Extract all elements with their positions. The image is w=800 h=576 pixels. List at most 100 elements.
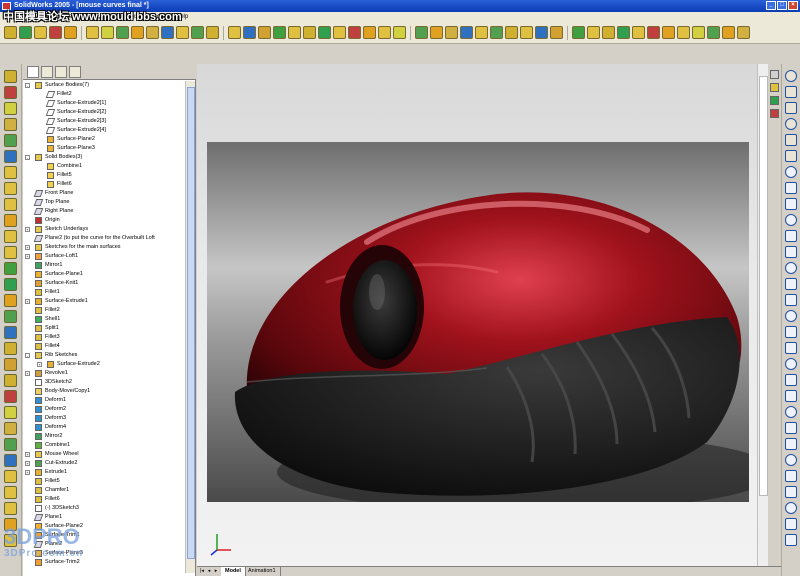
- feature-tool-icon[interactable]: [4, 310, 17, 323]
- tree-item[interactable]: Deform4: [23, 423, 185, 432]
- sketch-tool-icon[interactable]: [785, 326, 797, 338]
- tree-item[interactable]: Right Plane: [23, 207, 185, 216]
- graphics-area[interactable]: [197, 64, 768, 566]
- sketch-tool-icon[interactable]: [785, 342, 797, 354]
- task-pane-icon[interactable]: [770, 96, 779, 105]
- tree-item[interactable]: + Surface-Extrude1: [23, 297, 185, 306]
- sketch-tool-icon[interactable]: [785, 246, 797, 258]
- sketch-tool-icon[interactable]: [785, 118, 797, 130]
- tree-item[interactable]: (-) 3DSketch3: [23, 504, 185, 513]
- tree-item[interactable]: Fillet6: [23, 495, 185, 504]
- prev-tab-arrow-icon[interactable]: ◂: [206, 568, 212, 575]
- feature-tool-icon[interactable]: [4, 470, 17, 483]
- tree-item[interactable]: Deform1: [23, 396, 185, 405]
- feature-tool-icon[interactable]: [4, 486, 17, 499]
- tree-item[interactable]: Fillet2: [23, 90, 185, 99]
- propertymanager-tab[interactable]: [41, 66, 53, 78]
- toolbar-tool-icon[interactable]: [587, 26, 600, 39]
- first-tab-arrow-icon[interactable]: |◂: [199, 568, 205, 575]
- toolbar-tool-icon[interactable]: [228, 26, 241, 39]
- tree-item[interactable]: Surface-Extrude2[4]: [23, 126, 185, 135]
- expand-icon[interactable]: +: [25, 227, 30, 232]
- feature-tool-icon[interactable]: [4, 534, 17, 547]
- sketch-tool-icon[interactable]: [785, 422, 797, 434]
- toolbar-tool-icon[interactable]: [243, 26, 256, 39]
- sketch-tool-icon[interactable]: [785, 438, 797, 450]
- feature-tool-icon[interactable]: [4, 182, 17, 195]
- feature-tool-icon[interactable]: [4, 342, 17, 355]
- feature-tool-icon[interactable]: [4, 118, 17, 131]
- toolbar-tool-icon[interactable]: [273, 26, 286, 39]
- sketch-tool-icon[interactable]: [785, 470, 797, 482]
- tree-item[interactable]: + Surface-Loft1: [23, 252, 185, 261]
- feature-tool-icon[interactable]: [4, 518, 17, 531]
- feature-tool-icon[interactable]: [4, 406, 17, 419]
- toolbar-tool-icon[interactable]: [535, 26, 548, 39]
- task-pane-icon[interactable]: [770, 109, 779, 118]
- tree-item[interactable]: Shell1: [23, 315, 185, 324]
- expand-icon[interactable]: +: [25, 245, 30, 250]
- feature-tool-icon[interactable]: [4, 262, 17, 275]
- tree-item[interactable]: 3DSketch2: [23, 378, 185, 387]
- tree-item[interactable]: Surface-Trim1: [23, 531, 185, 540]
- toolbar-tool-icon[interactable]: [206, 26, 219, 39]
- toolbar-tool-icon[interactable]: [445, 26, 458, 39]
- expand-icon[interactable]: +: [25, 299, 30, 304]
- tree-item[interactable]: - Solid Bodies(3): [23, 153, 185, 162]
- toolbar-tool-icon[interactable]: [363, 26, 376, 39]
- toolbar-tool-icon[interactable]: [176, 26, 189, 39]
- tree-item[interactable]: Surface-Plane3: [23, 549, 185, 558]
- toolbar-tool-icon[interactable]: [34, 26, 47, 39]
- tree-item[interactable]: - Surface Bodies(7): [23, 81, 185, 90]
- featuremanager-tab[interactable]: [27, 66, 39, 78]
- feature-tool-icon[interactable]: [4, 422, 17, 435]
- feature-tool-icon[interactable]: [4, 150, 17, 163]
- sketch-tool-icon[interactable]: [785, 310, 797, 322]
- collapse-icon[interactable]: -: [25, 155, 30, 160]
- expand-icon[interactable]: +: [25, 470, 30, 475]
- close-button[interactable]: ×: [788, 1, 798, 10]
- feature-tool-icon[interactable]: [4, 230, 17, 243]
- toolbar-tool-icon[interactable]: [131, 26, 144, 39]
- feature-tool-icon[interactable]: [4, 294, 17, 307]
- tree-item[interactable]: Surface-Extrude2[2]: [23, 108, 185, 117]
- toolbar-tool-icon[interactable]: [116, 26, 129, 39]
- toolbar-tool-icon[interactable]: [415, 26, 428, 39]
- feature-tool-icon[interactable]: [4, 278, 17, 291]
- tree-item[interactable]: Fillet5: [23, 477, 185, 486]
- maximize-button[interactable]: □: [777, 1, 787, 10]
- toolbar-tool-icon[interactable]: [490, 26, 503, 39]
- tree-item[interactable]: Top Plane: [23, 198, 185, 207]
- toolbar-tool-icon[interactable]: [617, 26, 630, 39]
- feature-tool-icon[interactable]: [4, 438, 17, 451]
- tree-item[interactable]: Fillet1: [23, 288, 185, 297]
- toolbar-tool-icon[interactable]: [303, 26, 316, 39]
- toolbar-tool-icon[interactable]: [430, 26, 443, 39]
- sketch-tool-icon[interactable]: [785, 102, 797, 114]
- tree-item[interactable]: Mirror2: [23, 432, 185, 441]
- sketch-tool-icon[interactable]: [785, 406, 797, 418]
- feature-tool-icon[interactable]: [4, 70, 17, 83]
- toolbar-tool-icon[interactable]: [86, 26, 99, 39]
- tree-item[interactable]: - Rib Sketches: [23, 351, 185, 360]
- feature-tool-icon[interactable]: [4, 134, 17, 147]
- sketch-tool-icon[interactable]: [785, 502, 797, 514]
- feature-tool-icon[interactable]: [4, 326, 17, 339]
- sketch-tool-icon[interactable]: [785, 454, 797, 466]
- sketch-tool-icon[interactable]: [785, 294, 797, 306]
- toolbar-tool-icon[interactable]: [722, 26, 735, 39]
- photoworks-tab[interactable]: [69, 66, 81, 78]
- toolbar-tool-icon[interactable]: [64, 26, 77, 39]
- toolbar-tool-icon[interactable]: [19, 26, 32, 39]
- feature-tool-icon[interactable]: [4, 390, 17, 403]
- tree-item[interactable]: Fillet4: [23, 342, 185, 351]
- sketch-tool-icon[interactable]: [785, 518, 797, 530]
- sketch-tool-icon[interactable]: [785, 198, 797, 210]
- sketch-tool-icon[interactable]: [785, 150, 797, 162]
- tree-item[interactable]: + Revolve1: [23, 369, 185, 378]
- tree-item[interactable]: + Sketch Underlays: [23, 225, 185, 234]
- toolbar-tool-icon[interactable]: [692, 26, 705, 39]
- tree-item[interactable]: + Extrude1: [23, 468, 185, 477]
- feature-tool-icon[interactable]: [4, 214, 17, 227]
- feature-tool-icon[interactable]: [4, 454, 17, 467]
